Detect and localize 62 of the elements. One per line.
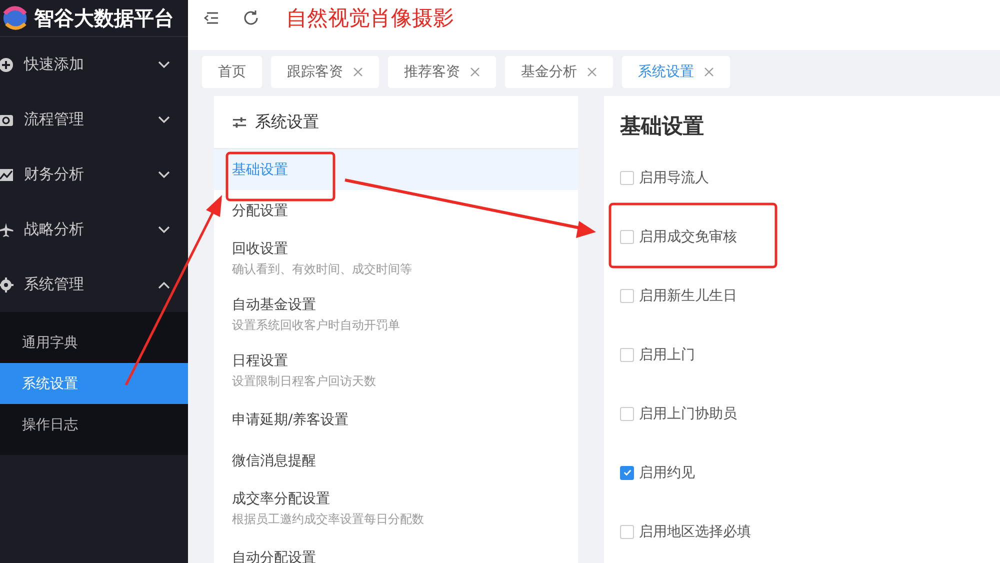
sidebar-menu-item[interactable]: 财务分析: [0, 147, 188, 202]
checkbox[interactable]: [620, 524, 634, 538]
checkbox[interactable]: [620, 466, 634, 480]
plane-icon: [0, 222, 14, 238]
checkbox[interactable]: [620, 170, 634, 184]
checkbox-label: 启用成交免审核: [639, 228, 737, 246]
chevron-icon: [158, 116, 170, 124]
sidebar-menu-item[interactable]: 流程管理: [0, 92, 188, 147]
settings-nav-item[interactable]: 回收设置 确认看到、有效时间、成交时间等: [214, 231, 578, 287]
sidebar-submenu-item[interactable]: 操作日志: [0, 404, 188, 445]
panel-title: 基础设置: [620, 113, 705, 140]
checkbox-label: 启用约见: [639, 464, 695, 482]
settings-nav-label: 申请延期/养客设置: [232, 410, 350, 428]
close-icon[interactable]: [587, 67, 597, 77]
tab[interactable]: 首页: [202, 56, 262, 88]
chevron-icon: [158, 226, 170, 234]
settings-nav-item[interactable]: 微信消息提醒: [214, 440, 578, 481]
checkbox-label: 启用上门: [639, 346, 695, 364]
refresh-icon[interactable]: [242, 9, 260, 27]
settings-nav-label: 微信消息提醒: [232, 452, 317, 470]
chevron-icon: [158, 280, 170, 288]
settings-nav-description: 设置系统回收客户时自动开罚单: [232, 317, 401, 334]
settings-nav-label: 成交率分配设置: [232, 490, 331, 508]
checkbox-label: 启用新生儿生日: [639, 286, 737, 304]
settings-nav-label: 基础设置: [232, 160, 289, 178]
settings-nav-label: 自动基金设置: [232, 296, 317, 314]
settings-nav-item[interactable]: 分配设置: [214, 190, 578, 231]
logo-icon: [2, 5, 28, 31]
chevron-icon: [158, 170, 170, 178]
settings-nav-description: 设置限制日程客户回访天数: [232, 373, 377, 390]
sliders-icon: [232, 114, 247, 130]
close-icon[interactable]: [470, 67, 480, 77]
settings-nav-item[interactable]: 成交率分配设置 根据员工邀约成交率设置每日分配数: [214, 481, 578, 537]
sidebar-menu-item[interactable]: 快速添加: [0, 37, 188, 92]
tab[interactable]: 跟踪客资: [271, 56, 379, 88]
chevron-icon: [158, 60, 170, 68]
settings-nav-label: 日程设置: [232, 352, 289, 370]
checkbox-label: 启用地区选择必填: [639, 522, 751, 540]
tab[interactable]: 基金分析: [505, 56, 613, 88]
settings-nav-label: 分配设置: [232, 202, 289, 220]
sidebar-menu-item[interactable]: 战略分析: [0, 202, 188, 257]
settings-nav-item[interactable]: 日程设置 设置限制日程客户回访天数: [214, 343, 578, 399]
settings-nav-item[interactable]: 申请延期/养客设置: [214, 399, 578, 440]
checkmark-icon: [622, 468, 632, 477]
settings-nav-title: 系统设置: [255, 112, 319, 132]
checkbox-label: 启用导流人: [639, 168, 709, 186]
checkbox[interactable]: [620, 348, 634, 362]
checkbox[interactable]: [620, 230, 634, 244]
sidebar-submenu-item[interactable]: 通用字典: [0, 322, 188, 363]
checkbox[interactable]: [620, 406, 634, 420]
close-icon[interactable]: [704, 67, 714, 77]
settings-nav-description: 确认看到、有效时间、成交时间等: [232, 261, 413, 278]
settings-nav-label: 回收设置: [232, 240, 289, 258]
checkbox[interactable]: [620, 288, 634, 302]
header-title: 自然视觉肖像摄影: [286, 5, 454, 32]
tab[interactable]: 推荐客资: [388, 56, 496, 88]
settings-nav-item[interactable]: 自动基金设置 设置系统回收客户时自动开罚单: [214, 287, 578, 343]
close-icon[interactable]: [353, 67, 363, 77]
logo-text: 智谷大数据平台: [34, 4, 174, 32]
sidebar-menu-item[interactable]: 系统管理: [0, 257, 188, 312]
checkbox-label: 启用上门协助员: [639, 404, 737, 422]
settings-nav-description: 根据员工邀约成交率设置每日分配数: [232, 511, 425, 528]
